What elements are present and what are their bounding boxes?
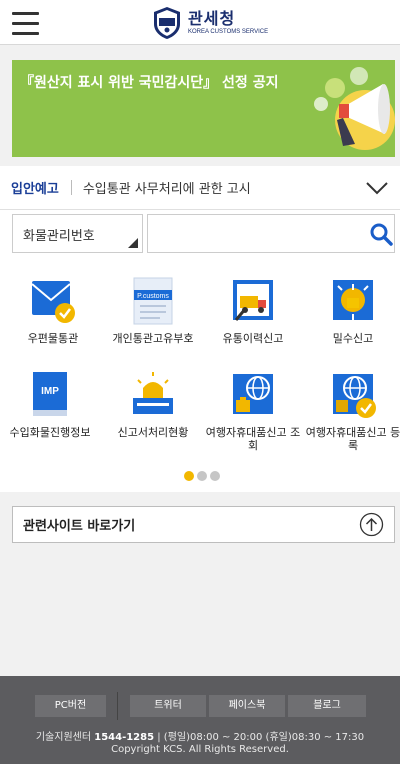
blog-link[interactable]: 블로그 bbox=[288, 695, 366, 717]
chevron-down-icon[interactable] bbox=[366, 181, 388, 195]
truck-report-icon bbox=[233, 280, 273, 321]
arrow-up-circle-icon bbox=[359, 512, 384, 537]
globe-bag-check-icon bbox=[333, 374, 376, 418]
promo-banner[interactable]: 『원산지 표시 위반 국민감시단』 선정 공지 bbox=[12, 60, 395, 157]
menu-item-declaration-status[interactable]: 신고서처리현황 bbox=[103, 370, 203, 439]
mail-check-icon bbox=[31, 281, 75, 323]
notice-divider bbox=[70, 180, 72, 195]
search-type-select[interactable]: 화물관리번호 bbox=[12, 214, 143, 253]
support-label: 기술지원센터 bbox=[35, 732, 92, 743]
menu-page-dot[interactable] bbox=[197, 471, 207, 481]
twitter-link[interactable]: 트위터 bbox=[130, 695, 206, 717]
footer-divider bbox=[117, 692, 118, 720]
support-hours: | (평일)08:00 ~ 20:00 (휴일)08:30 ~ 17:30 bbox=[157, 732, 365, 743]
pcustoms-icon-text: P.customs bbox=[137, 293, 169, 300]
menu-label: 여행자휴대품신고 조회 bbox=[205, 426, 301, 452]
pc-version-link[interactable]: PC버전 bbox=[35, 695, 106, 717]
alarm-bell-icon bbox=[333, 280, 373, 320]
menu-page-dot[interactable] bbox=[210, 471, 220, 481]
related-sites-button[interactable]: 관련사이트 바로가기 bbox=[12, 506, 395, 543]
notice-text[interactable]: 수입통관 사무처리에 관한 고시 bbox=[83, 178, 366, 197]
related-sites-label: 관련사이트 바로가기 bbox=[23, 519, 136, 534]
menu-item-distribution[interactable]: 유통이력신고 bbox=[203, 276, 303, 345]
menu-item-import-cargo[interactable]: IMP 수입화물진행정보 bbox=[0, 370, 100, 439]
siren-report-icon bbox=[133, 372, 173, 414]
notice-bar[interactable]: 입안예고 수입통관 사무처리에 관한 고시 bbox=[0, 166, 400, 210]
kcs-logo[interactable]: 관세청 KOREA CUSTOMS SERVICE bbox=[152, 6, 268, 40]
globe-bag-icon bbox=[233, 374, 273, 414]
notice-label: 입안예고 bbox=[11, 182, 59, 197]
menu-label: 신고서처리현황 bbox=[117, 426, 189, 439]
menu-item-personal-code[interactable]: P.customs 개인통관고유부호 bbox=[103, 276, 203, 345]
banner-text: 『원산지 표시 위반 국민감시단』 선정 공지 bbox=[20, 75, 279, 91]
menu-item-smuggling[interactable]: 밀수신고 bbox=[303, 276, 400, 345]
imp-icon-text: IMP bbox=[41, 386, 59, 397]
select-value: 화물관리번호 bbox=[23, 229, 95, 244]
menu-item-postal[interactable]: 우편물통관 bbox=[3, 276, 103, 345]
menu-pagination bbox=[184, 471, 220, 481]
footer-info: 기술지원센터 1544-1285 | (평일)08:00 ~ 20:00 (휴일… bbox=[0, 732, 400, 756]
search-input[interactable] bbox=[147, 214, 395, 253]
pcustoms-doc-icon: P.customs bbox=[133, 277, 173, 325]
dropdown-triangle-icon bbox=[128, 238, 138, 248]
menu-page-dot[interactable] bbox=[184, 471, 194, 481]
menu-label: 유통이력신고 bbox=[222, 332, 284, 345]
menu-label: 여행자휴대품신고 등록 bbox=[305, 426, 400, 452]
app-header: 관세청 KOREA CUSTOMS SERVICE bbox=[0, 0, 400, 45]
menu-label: 밀수신고 bbox=[332, 332, 374, 345]
hamburger-menu-icon[interactable] bbox=[12, 12, 39, 35]
menu-label: 수입화물진행정보 bbox=[9, 426, 91, 439]
footer: PC버전 트위터 페이스북 블로그 기술지원센터 1544-1285 | (평일… bbox=[0, 676, 400, 764]
support-phone[interactable]: 1544-1285 bbox=[94, 732, 154, 743]
menu-label: 개인통관고유부호 bbox=[112, 332, 194, 345]
menu-label: 우편물통관 bbox=[27, 332, 79, 345]
copyright: Copyright KCS. All Rights Reserved. bbox=[111, 744, 289, 755]
imp-book-icon: IMP bbox=[33, 372, 67, 416]
facebook-link[interactable]: 페이스북 bbox=[209, 695, 285, 717]
customs-emblem-icon bbox=[154, 7, 180, 39]
quick-menu-grid: 우편물통관 P.customs 개인통관고유부호 유통이력신고 밀수신고 IMP… bbox=[0, 262, 400, 492]
search-icon[interactable] bbox=[369, 222, 393, 246]
menu-item-traveler-register[interactable]: 여행자휴대품신고 등록 bbox=[303, 370, 400, 452]
menu-item-traveler-inquiry[interactable]: 여행자휴대품신고 조회 bbox=[203, 370, 303, 452]
megaphone-illustration-icon bbox=[314, 67, 395, 150]
search-bar: 화물관리번호 bbox=[0, 210, 400, 262]
logo-title: 관세청 bbox=[188, 9, 236, 28]
logo-subtitle: KOREA CUSTOMS SERVICE bbox=[188, 29, 269, 35]
footer-links: PC버전 트위터 페이스북 블로그 bbox=[35, 692, 366, 720]
